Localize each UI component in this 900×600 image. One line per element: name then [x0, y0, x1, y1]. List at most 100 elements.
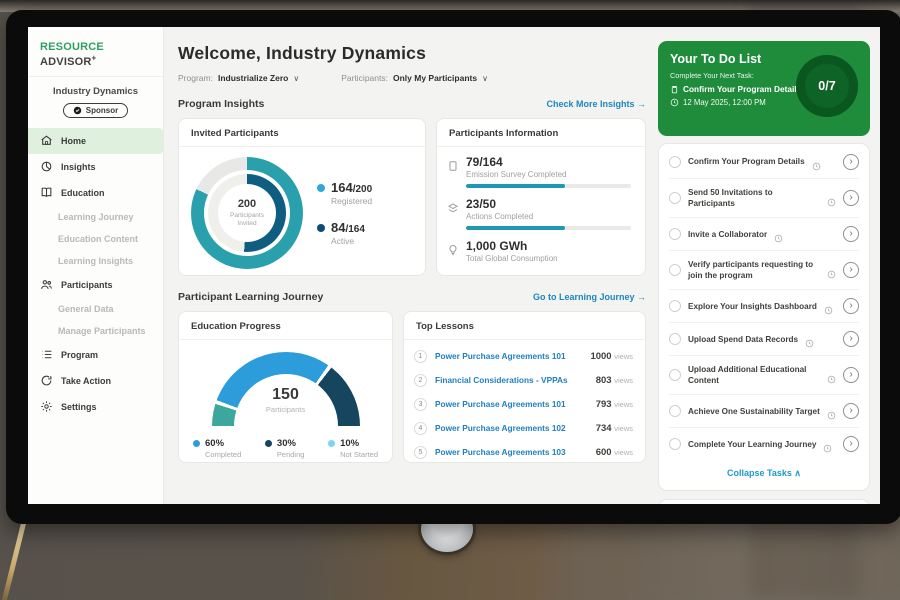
actions-icon	[447, 201, 459, 213]
sidebar-item-participants[interactable]: Participants	[28, 272, 163, 298]
lesson-row-4[interactable]: 4Power Purchase Agreements 102734 views	[414, 416, 633, 440]
home-icon	[40, 134, 53, 147]
sidebar-item-learning-journey[interactable]: Learning Journey	[28, 206, 163, 228]
task-open-button[interactable]: ›	[843, 226, 859, 242]
monitor-bezel: RESOURCE ADVISOR+ Industry Dynamics Spon…	[6, 10, 900, 524]
task-checkbox[interactable]	[669, 333, 681, 345]
sidebar-item-home[interactable]: Home	[28, 128, 163, 154]
sidebar-item-settings[interactable]: Settings	[28, 394, 163, 420]
settings-icon	[40, 400, 53, 413]
clipboard-icon	[670, 85, 679, 94]
sidebar-nav: HomeInsightsEducationLearning JourneyEdu…	[28, 128, 163, 420]
invited-center-label: Participants Invited	[224, 212, 270, 229]
task-row-send-50-invitations-to-participants: Send 50 Invitations to Participants›	[669, 179, 859, 218]
todo-summary-card: Your To Do List Complete Your Next Task:…	[658, 41, 870, 136]
task-open-button[interactable]: ›	[843, 331, 859, 347]
education-progress-card: Education Progress 150 Participants	[178, 311, 393, 463]
task-checkbox[interactable]	[669, 264, 681, 276]
task-checkbox[interactable]	[669, 156, 681, 168]
invited-center-value: 200	[238, 198, 256, 210]
todo-tasks-card: Confirm Your Program Details›Send 50 Inv…	[658, 143, 870, 491]
task-checkbox[interactable]	[669, 405, 681, 417]
program-dropdown[interactable]: Program: Industrialize Zero ∨	[178, 73, 299, 83]
task-clock-icon	[774, 230, 783, 239]
chevron-up-icon: ∧	[794, 468, 801, 478]
education-legend: 60%Completed30%Pending10%Not Started	[179, 428, 392, 459]
check-more-insights-link[interactable]: Check More Insights →	[546, 99, 646, 109]
app-logo: RESOURCE ADVISOR+	[28, 37, 163, 77]
task-open-button[interactable]: ›	[843, 436, 859, 452]
task-open-button[interactable]: ›	[843, 154, 859, 170]
lesson-title-link[interactable]: Power Purchase Agreements 101	[435, 399, 588, 409]
pending-dot	[265, 440, 272, 447]
gauge-center-label: Participants	[212, 405, 360, 414]
participants-information-card: Participants Information 79/164Emission …	[436, 118, 646, 276]
lesson-row-1[interactable]: 1Power Purchase Agreements 1011000 views	[414, 344, 633, 368]
task-checkbox[interactable]	[669, 192, 681, 204]
task-open-button[interactable]: ›	[843, 262, 859, 278]
sidebar-item-manage-participants[interactable]: Manage Participants	[28, 320, 163, 342]
task-clock-icon	[827, 407, 836, 416]
chevron-down-icon: ∨	[293, 74, 299, 83]
task-open-button[interactable]: ›	[843, 298, 859, 314]
lesson-title-link[interactable]: Financial Considerations - VPPAs	[435, 375, 588, 385]
task-row-upload-spend-data-records: Upload Spend Data Records›	[669, 323, 859, 356]
program-icon	[40, 348, 53, 361]
participants-icon	[40, 278, 53, 291]
lesson-rank-badge: 4	[414, 422, 427, 435]
task-checkbox[interactable]	[669, 228, 681, 240]
education-icon	[40, 186, 53, 199]
sidebar-item-program[interactable]: Program	[28, 342, 163, 368]
chevron-down-icon: ∨	[482, 74, 488, 83]
task-row-complete-your-learning-journey: Complete Your Learning Journey›	[669, 428, 859, 460]
task-clock-icon	[805, 335, 814, 344]
lesson-title-link[interactable]: Power Purchase Agreements 102	[435, 423, 588, 433]
lesson-row-2[interactable]: 2Financial Considerations - VPPAs803 vie…	[414, 368, 633, 392]
sidebar-item-general-data[interactable]: General Data	[28, 298, 163, 320]
task-row-achieve-one-sustainability-target: Achieve One Sustainability Target›	[669, 395, 859, 428]
recent-news-card: Recent News	[658, 499, 870, 504]
task-open-button[interactable]: ›	[843, 190, 859, 206]
invited-participants-card: Invited Participants 200 Participants In…	[178, 118, 426, 276]
invited-legend: 164/200 Registered 84/164 Active	[317, 180, 372, 246]
legend-item-not-started: 10%Not Started	[328, 438, 378, 459]
go-to-learning-journey-link[interactable]: Go to Learning Journey →	[533, 292, 646, 302]
todo-progress-ring: 0/7	[796, 55, 858, 117]
not-started-dot	[328, 440, 335, 447]
lesson-title-link[interactable]: Power Purchase Agreements 103	[435, 447, 588, 457]
invited-participants-title: Invited Participants	[179, 119, 425, 147]
task-open-button[interactable]: ›	[843, 367, 859, 383]
sidebar-item-education[interactable]: Education	[28, 180, 163, 206]
learning-journey-heading: Participant Learning Journey	[178, 291, 323, 303]
logo-part-advisor: ADVISOR+	[40, 56, 96, 68]
sidebar-item-insights[interactable]: Insights	[28, 154, 163, 180]
sidebar-item-education-content[interactable]: Education Content	[28, 228, 163, 250]
dashboard-screen: RESOURCE ADVISOR+ Industry Dynamics Spon…	[28, 27, 880, 504]
todo-column: Your To Do List Complete Your Next Task:…	[654, 27, 880, 504]
sidebar-item-take-action[interactable]: Take Action	[28, 368, 163, 394]
participants-information-title: Participants Information	[437, 119, 645, 147]
main-content: Welcome, Industry Dynamics Program: Indu…	[164, 27, 654, 504]
task-open-button[interactable]: ›	[843, 403, 859, 419]
education-progress-title: Education Progress	[179, 312, 392, 340]
lesson-title-link[interactable]: Power Purchase Agreements 101	[435, 351, 582, 361]
education-gauge-chart: 150 Participants	[212, 352, 360, 428]
task-checkbox[interactable]	[669, 300, 681, 312]
task-checkbox[interactable]	[669, 369, 681, 381]
consumption-icon	[447, 243, 459, 255]
collapse-tasks-link[interactable]: Collapse Tasks ∧	[669, 460, 859, 488]
sidebar-item-learning-insights[interactable]: Learning Insights	[28, 250, 163, 272]
lesson-rank-badge: 2	[414, 374, 427, 387]
org-name: Industry Dynamics	[28, 86, 163, 97]
task-checkbox[interactable]	[669, 438, 681, 450]
lesson-row-5[interactable]: 5Power Purchase Agreements 103600 views	[414, 440, 633, 464]
take-action-icon	[40, 374, 53, 387]
lesson-rank-badge: 5	[414, 446, 427, 459]
sidebar: RESOURCE ADVISOR+ Industry Dynamics Spon…	[28, 27, 164, 504]
desk-scene: RESOURCE ADVISOR+ Industry Dynamics Spon…	[0, 0, 900, 600]
desk-pen	[1, 513, 29, 600]
clock-icon	[670, 98, 679, 107]
lesson-row-3[interactable]: 3Power Purchase Agreements 101793 views	[414, 392, 633, 416]
task-clock-icon	[823, 440, 832, 449]
participants-dropdown[interactable]: Participants: Only My Participants ∨	[341, 73, 488, 83]
